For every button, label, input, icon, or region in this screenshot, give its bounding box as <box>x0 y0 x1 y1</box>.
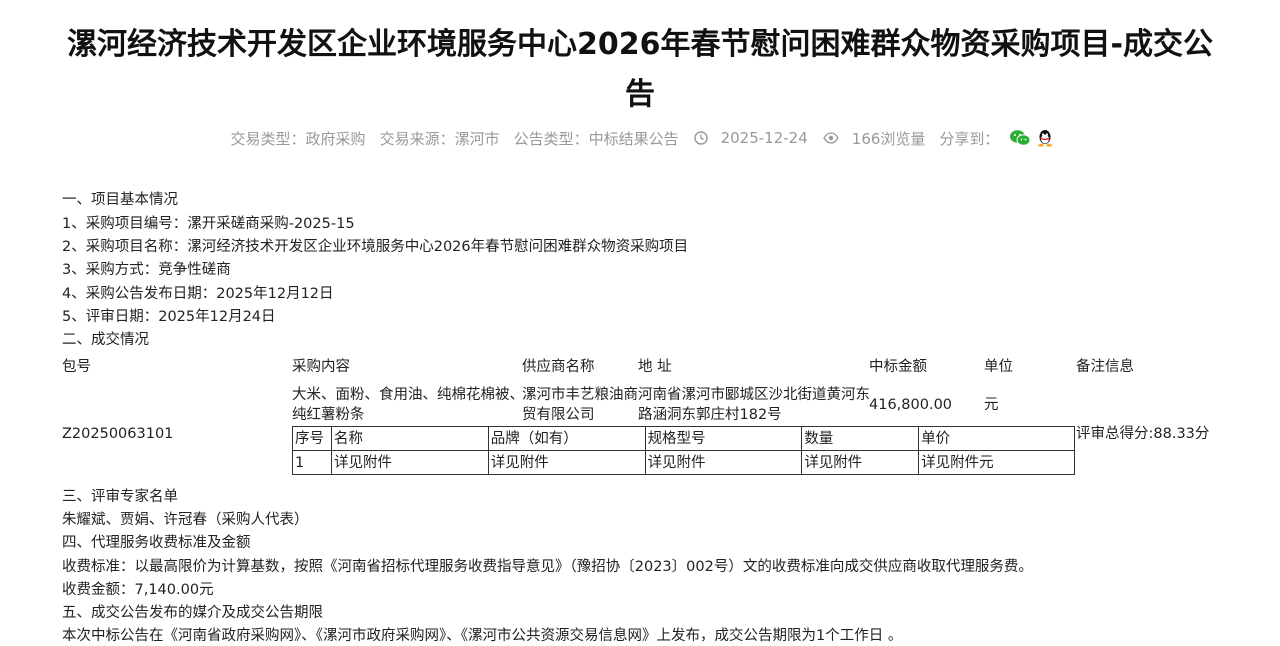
header-unit: 单位 <box>984 359 1013 375</box>
row-spec: 详见附件 <box>644 450 803 475</box>
address-line2: 路涵洞东郭庄村182号 <box>638 407 782 423</box>
expert-list: 朱耀斌、贾娟、许冠春（采购人代表） <box>62 512 309 528</box>
review-score: 评审总得分:88.33分 <box>1076 426 1210 442</box>
share-label: 分享到： <box>939 129 1000 148</box>
item-detail-table: 序号 名称 品牌（如有） 规格型号 数量 单价 1 详见附件 详见附件 详见附件… <box>292 426 1075 475</box>
address-line1: 河南省漯河市郾城区沙北街道黄河东 <box>638 387 870 403</box>
row-brand: 详见附件 <box>487 450 646 475</box>
review-date: 5、评审日期：2025年12月24日 <box>62 309 276 325</box>
supplier-line1: 漯河市丰艺粮油商 <box>522 387 638 403</box>
content-line1: 大米、面粉、食用油、纯棉花棉被、 <box>292 387 524 403</box>
view-count: 166浏览量 <box>851 129 926 148</box>
section4-heading: 四、代理服务收费标准及金额 <box>62 535 251 551</box>
col-seq: 序号 <box>292 426 332 451</box>
col-qty: 数量 <box>801 426 920 451</box>
header-supplier: 供应商名称 <box>522 359 595 375</box>
clock-icon <box>693 131 708 145</box>
publish-date: 2025-12-24 <box>720 129 808 147</box>
section2-heading: 二、成交情况 <box>62 332 149 348</box>
meta-bar: 交易类型：政府采购 交易来源：漯河市 公告类型：中标结果公告 2025-12-2… <box>0 126 1280 150</box>
page-title: 漯河经济技术开发区企业环境服务中心2026年春节慰问困难群众物资采购项目-成交公… <box>67 27 1213 112</box>
row-price: 详见附件元 <box>918 450 1075 475</box>
announcement-date: 4、采购公告发布日期：2025年12月12日 <box>62 286 334 302</box>
fee-standard: 收费标准：以最高限价为计算基数，按照《河南省招标代理服务收费指导意见》（豫招协〔… <box>62 559 1033 575</box>
section3-heading: 三、评审专家名单 <box>62 489 178 505</box>
table-row: 1 详见附件 详见附件 详见附件 详见附件 详见附件元 <box>292 450 1075 475</box>
header-remark: 备注信息 <box>1076 359 1134 375</box>
procurement-method: 3、采购方式：竞争性磋商 <box>62 262 231 278</box>
award-unit: 元 <box>984 397 999 413</box>
col-price: 单价 <box>918 426 1075 451</box>
publication-media: 本次中标公告在《河南省政府采购网》、《漯河市政府采购网》、《漯河市公共资源交易信… <box>62 628 903 644</box>
header-address: 地 址 <box>638 359 672 375</box>
eye-icon <box>823 132 839 144</box>
trade-source: 交易来源：漯河市 <box>379 129 500 148</box>
award-amount: 416,800.00 <box>869 397 953 413</box>
col-spec: 规格型号 <box>644 426 803 451</box>
project-name: 2、采购项目名称：漯河经济技术开发区企业环境服务中心2026年春节慰问困难群众物… <box>62 239 689 255</box>
row-seq: 1 <box>292 450 332 475</box>
qq-icon[interactable] <box>1037 129 1053 147</box>
col-name: 名称 <box>330 426 489 451</box>
header-content: 采购内容 <box>292 359 350 375</box>
package-number: Z20250063101 <box>62 426 174 442</box>
notice-type: 公告类型：中标结果公告 <box>513 129 679 148</box>
header-amount: 中标金额 <box>869 359 927 375</box>
wechat-icon[interactable] <box>1009 129 1031 147</box>
trade-type: 交易类型：政府采购 <box>230 129 366 148</box>
project-number: 1、采购项目编号：漯开采磋商采购-2025-15 <box>62 216 355 232</box>
row-qty: 详见附件 <box>801 450 920 475</box>
table-header-row: 序号 名称 品牌（如有） 规格型号 数量 单价 <box>292 426 1075 451</box>
section5-heading: 五、成交公告发布的媒介及成交公告期限 <box>62 605 323 621</box>
fee-amount: 收费金额：7,140.00元 <box>62 582 214 598</box>
section1-heading: 一、项目基本情况 <box>62 192 178 208</box>
content-line2: 纯红薯粉条 <box>292 407 365 423</box>
header-package: 包号 <box>62 359 91 375</box>
col-brand: 品牌（如有） <box>487 426 646 451</box>
row-name: 详见附件 <box>330 450 489 475</box>
supplier-line2: 贸有限公司 <box>522 407 595 423</box>
